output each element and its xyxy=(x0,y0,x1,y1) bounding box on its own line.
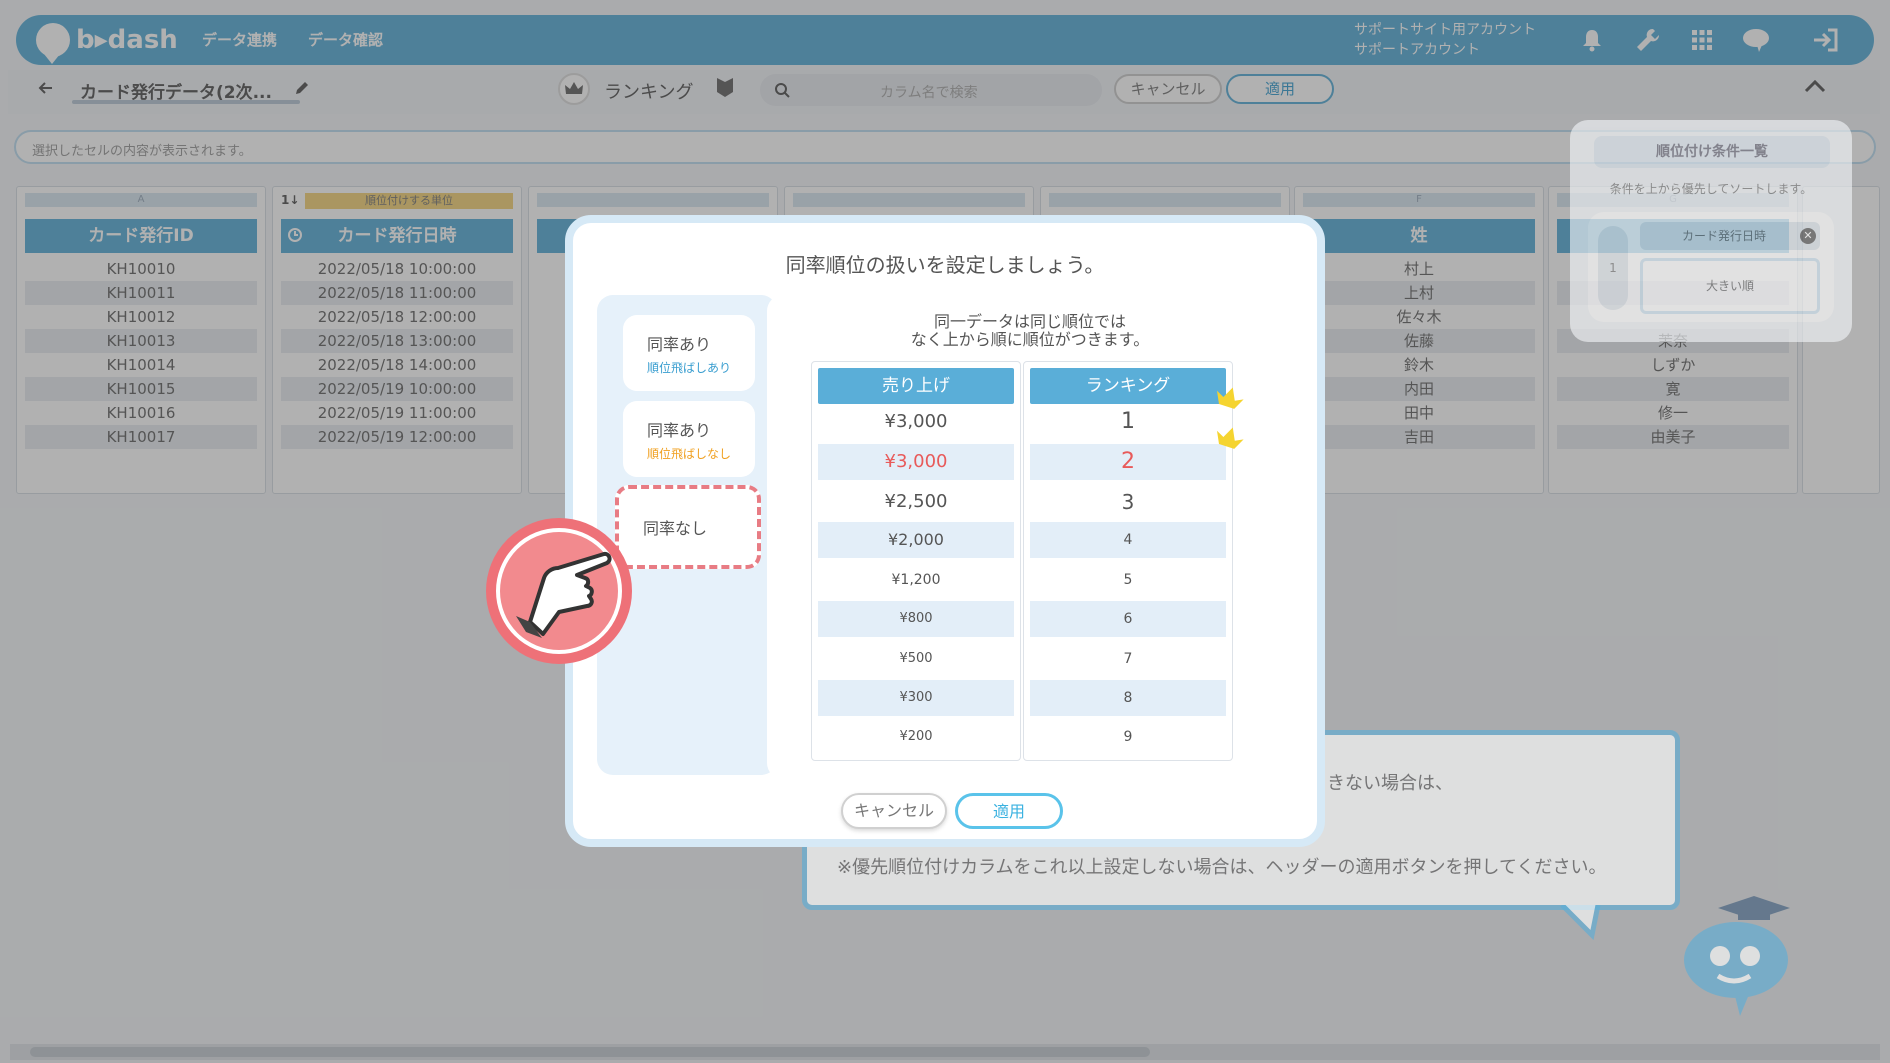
priority-number: 1 xyxy=(1598,226,1628,310)
sales-cell: ¥1,200 xyxy=(891,572,941,588)
rank-cell: 3 xyxy=(1121,490,1135,514)
modal-title: 同率順位の扱いを設定しましょう。 xyxy=(785,253,1105,277)
option-label: 同率あり xyxy=(647,421,712,440)
tutorial-text-1: きない場合は、 xyxy=(1327,773,1453,794)
rank-cell: 5 xyxy=(1123,572,1133,588)
rank-cell: 1 xyxy=(1121,409,1135,434)
sales-cell: ¥500 xyxy=(899,651,933,666)
option-sublabel: 順位飛ばしあり xyxy=(647,361,732,375)
rank-cell: 4 xyxy=(1030,522,1226,558)
option-sublabel: 順位飛ばしなし xyxy=(647,447,732,461)
description-line1: 同一データは同じ順位では xyxy=(933,312,1126,331)
option-description: 同一データは同じ順位では なく上から順に順位がつきます。 xyxy=(767,313,1293,349)
pointing-hand-icon xyxy=(486,518,632,664)
option-tie-no-skip[interactable]: 同率あり 順位飛ばしなし xyxy=(623,401,755,477)
rank-cell: 9 xyxy=(1123,729,1133,745)
bubble-tail xyxy=(1560,905,1610,941)
tie-option-list: 同率あり 順位飛ばしあり 同率あり 順位飛ばしなし 同率なし xyxy=(597,295,777,775)
rank-cell: 6 xyxy=(1030,601,1226,637)
sales-cell: ¥3,000 xyxy=(884,411,948,432)
modal-apply-button[interactable]: 適用 xyxy=(955,793,1063,829)
ranking-panel-subtitle: 条件を上から優先してソートします。 xyxy=(1609,182,1813,196)
tutorial-text-2: ※優先順位付けカラムをこれ以上設定しない場合は、ヘッダーの適用ボタンを押してくだ… xyxy=(837,857,1607,878)
ranking-condition-panel: 順位付け条件一覧 条件を上から優先してソートします。 1 カード発行日時 ✕ 大… xyxy=(1570,120,1852,342)
option-no-tie[interactable]: 同率なし xyxy=(615,485,761,569)
mascot-icon xyxy=(1668,880,1808,1020)
remove-condition-icon[interactable]: ✕ xyxy=(1800,228,1816,244)
sales-header: 売り上げ xyxy=(818,368,1014,404)
option-tie-skip[interactable]: 同率あり 順位飛ばしあり xyxy=(623,315,755,391)
ranking-header: ランキング xyxy=(1030,368,1226,404)
sales-cell: ¥200 xyxy=(899,729,933,744)
tie-rank-settings-modal: 同率順位の扱いを設定しましょう。 同率あり 順位飛ばしあり 同率あり 順位飛ばし… xyxy=(565,215,1325,847)
description-line2: なく上から順に順位がつきます。 xyxy=(910,330,1150,349)
condition-column: カード発行日時 xyxy=(1640,222,1820,250)
ranking-column: ランキング 1 2 3 4 5 6 7 8 9 xyxy=(1023,361,1233,761)
crown-icon xyxy=(1213,421,1247,451)
rank-cell: 2 xyxy=(1030,444,1226,480)
example-area: 同一データは同じ順位では なく上から順に順位がつきます。 売り上げ ¥3,000… xyxy=(767,295,1293,779)
sales-cell: ¥2,500 xyxy=(884,491,948,512)
rank-cell: 8 xyxy=(1030,680,1226,716)
sales-cell: ¥3,000 xyxy=(818,444,1014,480)
ranking-panel-title: 順位付け条件一覧 xyxy=(1594,136,1830,168)
option-label: 同率あり xyxy=(647,335,712,354)
sales-cell: ¥800 xyxy=(818,601,1014,637)
sales-column: 売り上げ ¥3,000 ¥3,000 ¥2,500 ¥2,000 ¥1,200 … xyxy=(811,361,1021,761)
option-label: 同率なし xyxy=(643,519,708,538)
crown-icon xyxy=(1213,381,1247,411)
ranking-condition-card[interactable]: 1 カード発行日時 ✕ 大きい順 xyxy=(1588,212,1834,322)
modal-cancel-button[interactable]: キャンセル xyxy=(841,793,947,829)
sales-cell: ¥2,000 xyxy=(818,522,1014,558)
rank-cell: 7 xyxy=(1123,651,1133,667)
sales-cell: ¥300 xyxy=(818,680,1014,716)
condition-order-select[interactable]: 大きい順 xyxy=(1640,258,1820,314)
